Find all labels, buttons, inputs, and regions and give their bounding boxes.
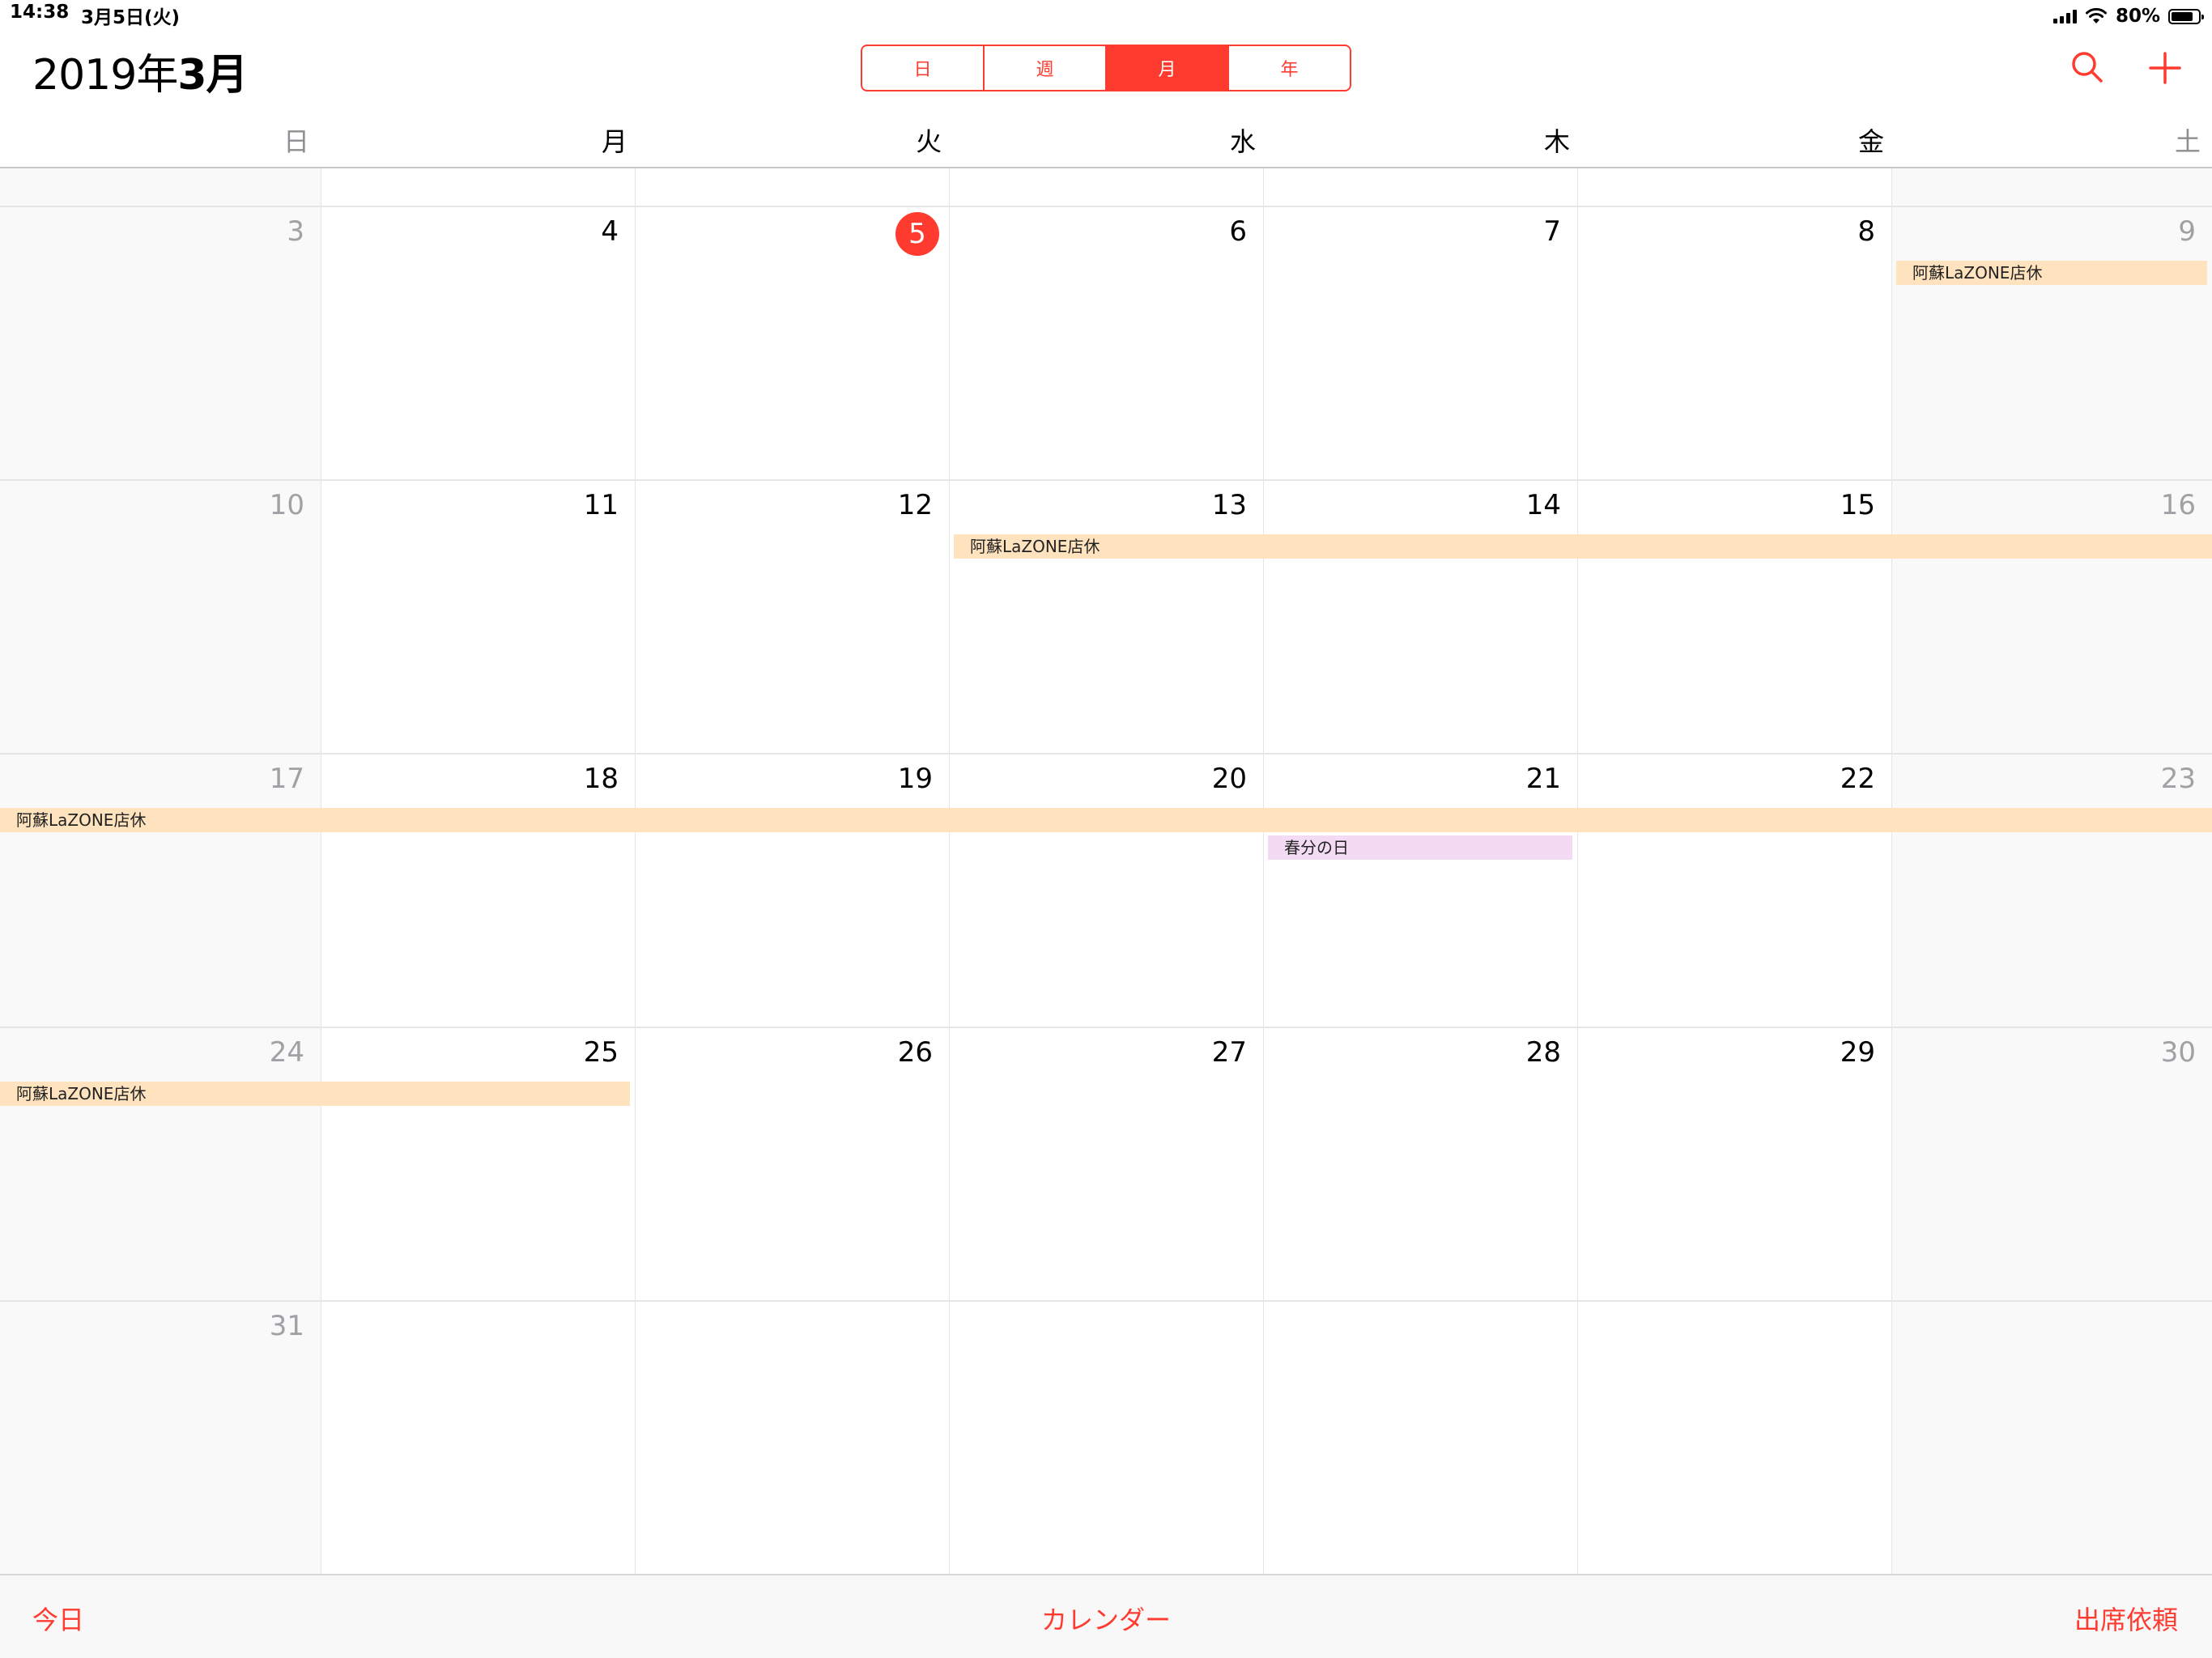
plus-icon[interactable] [2144,47,2186,89]
wifi-icon [2085,7,2107,23]
day-number: 22 [1840,763,1875,795]
day-number: 20 [1211,763,1247,795]
year-label: 2019年 [32,51,178,100]
view-mode-segmented-control: 日週月年 [861,45,1351,91]
battery-icon [2168,8,2204,24]
day-number: 3 [287,215,304,248]
view-mode-year-button[interactable]: 年 [1229,46,1350,90]
day-number: 14 [1525,489,1561,521]
signal-icon [2052,9,2077,23]
weekday-label: 日 [283,126,310,157]
calendars-tab[interactable]: カレンダー [1041,1600,1171,1637]
today-day-number: 5 [895,212,939,256]
day-number: 29 [1840,1036,1875,1069]
day-cell [949,1300,1263,1574]
calendar-event[interactable]: 阿蘇LaZONE店休 [0,1082,630,1106]
day-number: 11 [583,489,619,521]
day-number: 16 [2160,489,2196,521]
day-number: 10 [269,489,304,521]
inbox-tab[interactable]: 出席依頼 [2074,1600,2178,1637]
day-number: 28 [1525,1036,1561,1069]
weekday-label: 水 [1230,126,1257,157]
day-number: 13 [1211,489,1247,521]
status-indicators: 80% [2052,2,2204,31]
day-number: 17 [269,763,304,795]
calendar-event[interactable]: 阿蘇LaZONE店休 [0,808,2212,832]
day-number: 19 [897,763,933,795]
day-cell [635,1300,949,1574]
view-mode-week-button[interactable]: 週 [985,46,1107,90]
today-tab[interactable]: 今日 [32,1600,84,1637]
view-mode-month-button[interactable]: 月 [1107,46,1229,90]
day-number: 30 [2160,1036,2196,1069]
day-number: 6 [1229,215,1247,248]
day-number: 8 [1857,215,1875,248]
month-label: 3月 [177,51,248,100]
month-grid: 3 4 5 6 7 8 9 10 11 12 13 14 15 16 17 18 19 20 21 22 23 24 25 2… [0,167,2212,1575]
day-number: 24 [269,1036,304,1069]
battery-percentage: 80% [2115,6,2160,27]
day-number: 23 [2160,763,2196,795]
day-number: 26 [897,1036,933,1069]
holiday-event[interactable]: 春分の日 [1268,835,1572,860]
day-cell [1577,1300,1891,1574]
weekday-label: 土 [2175,126,2201,157]
status-time: 14:38 [10,2,70,23]
day-number: 4 [601,215,619,248]
calendar-event[interactable]: 阿蘇LaZONE店休 [1896,261,2207,285]
day-number: 25 [583,1036,619,1069]
weekday-label: 火 [916,126,942,157]
day-number: 15 [1840,489,1875,521]
day-cell [1891,1300,2212,1574]
day-cell [321,1300,635,1574]
view-mode-day-button[interactable]: 日 [862,46,985,90]
weekday-label: 木 [1544,126,1571,157]
weekday-label: 金 [1858,126,1885,157]
status-date: 3月5日(火) [81,7,181,28]
day-number: 9 [2178,215,2196,248]
day-number: 27 [1211,1036,1247,1069]
weekday-label: 月 [602,126,628,157]
tab-bar: 今日 カレンダー 出席依頼 [0,1574,2212,1658]
day-number: 12 [897,489,933,521]
day-number: 7 [1543,215,1561,248]
weekday-header: 日月火水木金土 [0,113,2212,167]
calendar-event[interactable]: 阿蘇LaZONE店休 [954,534,2212,559]
status-bar: 14:38 3月5日(火) 80% [0,0,2212,32]
search-icon[interactable] [2066,47,2108,89]
page-title[interactable]: 2019年3月 [32,40,249,101]
day-number: 21 [1525,763,1561,795]
day-cell [1263,1300,1577,1574]
day-number: 31 [269,1310,304,1342]
day-number: 18 [583,763,619,795]
